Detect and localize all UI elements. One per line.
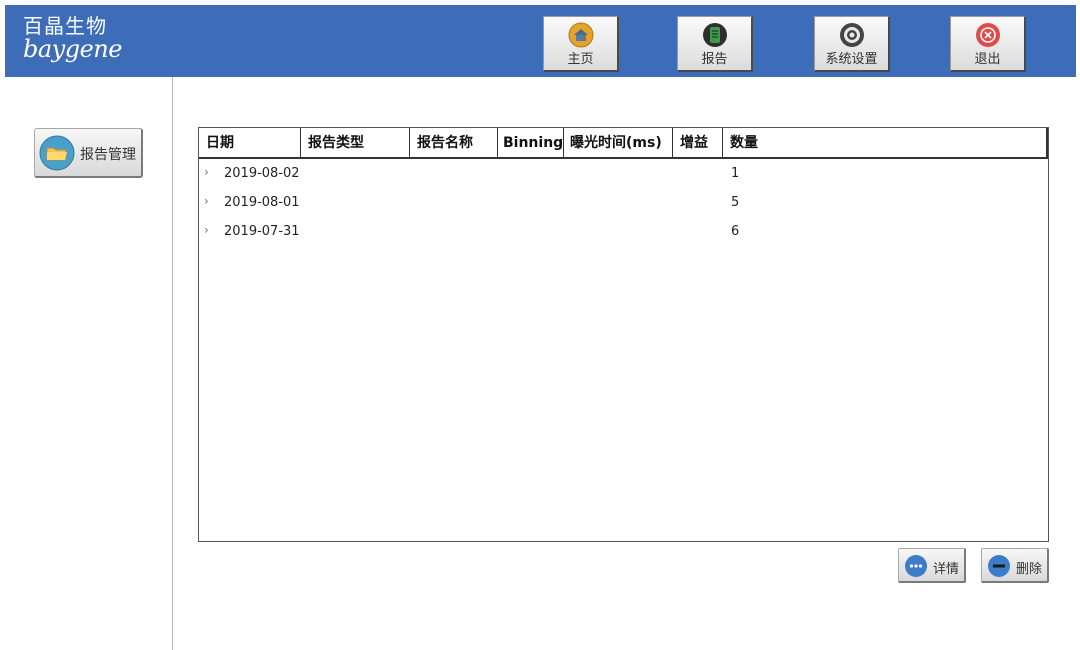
home-icon [568,22,593,48]
column-header-date[interactable]: 日期 [199,128,301,157]
delete-label: 删除 [1016,562,1043,577]
report-button[interactable]: 报告 [677,16,753,72]
exit-button[interactable]: 退出 [950,16,1026,72]
column-header-count[interactable]: 数量 [723,128,1046,157]
home-label: 主页 [567,52,594,67]
report-label: 报告 [701,52,728,67]
logo-cn-text: 百晶生物 [23,14,107,38]
row-count: 6 [731,224,740,239]
expand-chevron-icon[interactable]: › [204,223,209,237]
exit-icon [975,23,1000,47]
report-table: 日期 报告类型 报告名称 Binning 曝光时间(ms) 增益 数量 › 20… [198,127,1049,542]
delete-button[interactable]: 删除 [981,548,1049,583]
table-row[interactable]: › 2019-08-01 5 [199,188,1048,217]
report-icon [702,23,727,47]
row-date: 2019-07-31 [224,224,300,239]
column-header-report-name[interactable]: 报告名称 [410,128,498,157]
row-date: 2019-08-01 [224,195,300,210]
folder-icon [39,135,75,171]
column-header-exposure[interactable]: 曝光时间(ms) [564,128,673,157]
report-manage-button[interactable]: 报告管理 [34,128,143,178]
row-count: 1 [731,166,740,181]
table-row[interactable]: › 2019-07-31 6 [199,217,1048,246]
details-label: 详情 [933,562,960,577]
home-button[interactable]: 主页 [543,16,619,72]
table-header: 日期 报告类型 报告名称 Binning 曝光时间(ms) 增益 数量 [199,128,1048,159]
expand-chevron-icon[interactable]: › [204,194,209,208]
sidebar-divider [172,77,173,650]
row-date: 2019-08-02 [224,166,300,181]
more-icon [905,555,927,577]
column-header-report-type[interactable]: 报告类型 [301,128,410,157]
logo-en-text: baygene [23,35,122,63]
settings-button[interactable]: 系统设置 [814,16,890,72]
brand-logo: 百晶生物 baygene [23,15,122,61]
exit-label: 退出 [974,52,1001,67]
settings-label: 系统设置 [825,52,878,67]
report-manage-label: 报告管理 [80,147,136,163]
table-row[interactable]: › 2019-08-02 1 [199,159,1048,188]
header-end-divider [1046,128,1048,157]
column-header-binning[interactable]: Binning [498,128,564,157]
row-count: 5 [731,195,740,210]
minus-icon [988,555,1010,577]
column-header-gain[interactable]: 增益 [673,128,723,157]
details-button[interactable]: 详情 [898,548,966,583]
expand-chevron-icon[interactable]: › [204,165,209,179]
app-header: 百晶生物 baygene 主页 报告 系统设置 退出 [5,5,1076,77]
settings-icon [839,23,864,47]
